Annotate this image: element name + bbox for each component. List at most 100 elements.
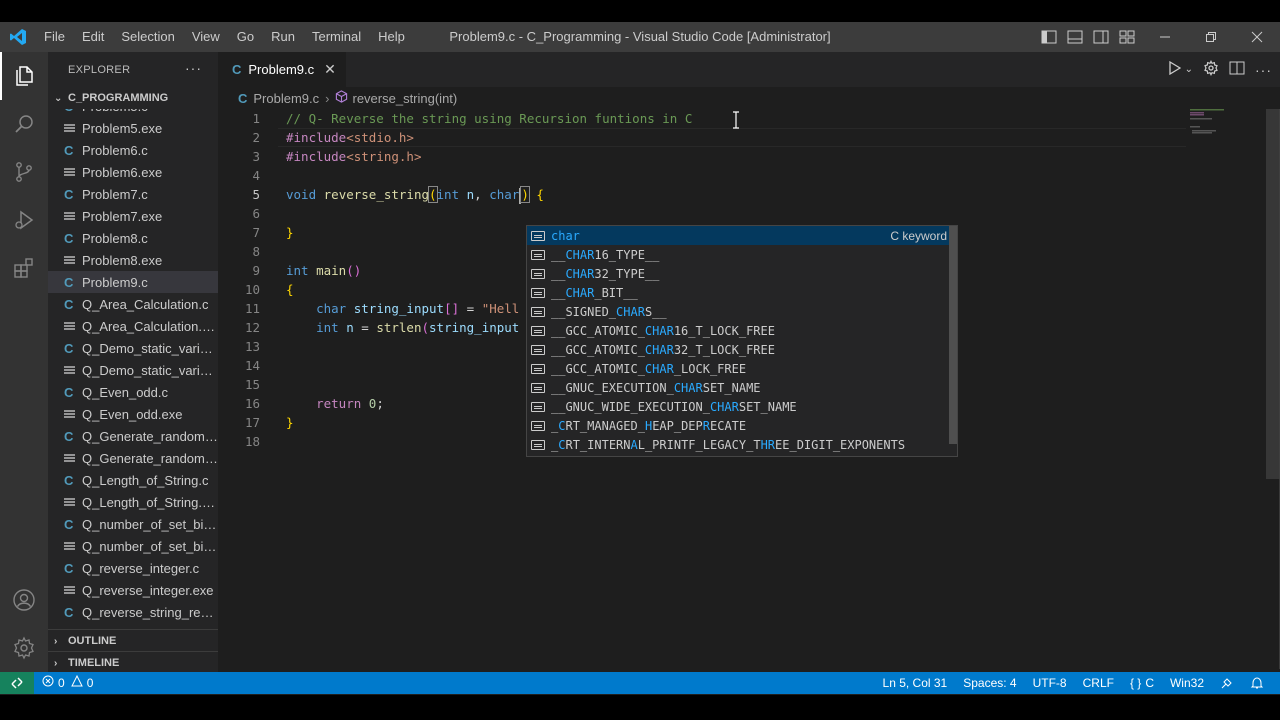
constant-icon xyxy=(531,420,545,431)
line-ending[interactable]: CRLF xyxy=(1075,672,1122,694)
file-item[interactable]: Problem7.exe xyxy=(48,205,218,227)
customize-layout-icon[interactable] xyxy=(1118,28,1136,46)
menu-selection[interactable]: Selection xyxy=(113,22,183,52)
problems-status[interactable]: 0 0 xyxy=(34,672,101,694)
file-item[interactable]: Q_Even_odd.exe xyxy=(48,403,218,425)
platform[interactable]: Win32 xyxy=(1162,672,1212,694)
file-item[interactable]: Q_Area_Calculation.exe xyxy=(48,315,218,337)
file-item[interactable]: Q_reverse_integer.exe xyxy=(48,579,218,601)
suggestion-item[interactable]: __GNUC_EXECUTION_ CHAR SET_NAME xyxy=(527,378,957,397)
menu-go[interactable]: Go xyxy=(229,22,263,52)
file-item[interactable]: C Problem8.c xyxy=(48,227,218,249)
constant-icon xyxy=(531,401,545,412)
explorer-icon[interactable] xyxy=(0,52,48,100)
breadcrumb-symbol[interactable]: reverse_string(int) xyxy=(352,91,457,106)
breadcrumb-file[interactable]: Problem9.c xyxy=(253,91,319,106)
search-icon[interactable] xyxy=(0,100,48,148)
suggestion-item[interactable]: __GCC_ATOMIC_ CHAR 32_T_LOCK_FREE xyxy=(527,340,957,359)
run-debug-icon[interactable] xyxy=(0,196,48,244)
file-item[interactable]: C Q_Area_Calculation.c xyxy=(48,293,218,315)
close-tab-icon[interactable]: ✕ xyxy=(324,61,336,78)
constant-icon xyxy=(531,287,545,298)
tab-problem9[interactable]: C Problem9.c ✕ xyxy=(218,52,346,87)
folder-header[interactable]: ⌄ C_PROGRAMMING xyxy=(48,87,218,109)
menu-view[interactable]: View xyxy=(184,22,229,52)
file-name: Problem9.c xyxy=(82,274,148,290)
suggestion-item[interactable]: __ CHAR 16_TYPE__ xyxy=(527,245,957,264)
more-actions-icon[interactable]: ··· xyxy=(1255,62,1272,78)
file-name: Problem6.exe xyxy=(82,164,163,180)
file-item[interactable]: C Q_reverse_integer.c xyxy=(48,557,218,579)
toggle-primary-sidebar-icon[interactable] xyxy=(1040,28,1058,46)
suggestion-item[interactable]: __GNUC_WIDE_EXECUTION_ CHAR SET_NAME xyxy=(527,397,957,416)
timeline-section[interactable]: › TIMELINE xyxy=(48,652,218,674)
outline-section[interactable]: › OUTLINE xyxy=(48,630,218,652)
file-item[interactable]: C Q_Length_of_String.c xyxy=(48,469,218,491)
encoding[interactable]: UTF-8 xyxy=(1025,672,1075,694)
suggestion-item[interactable]: __ CHAR 32_TYPE__ xyxy=(527,264,957,283)
file-item[interactable]: Q_number_of_set_bits... xyxy=(48,535,218,557)
file-item[interactable]: C Problem7.c xyxy=(48,183,218,205)
file-item[interactable]: Problem5.exe xyxy=(48,117,218,139)
c-file-icon: C xyxy=(64,230,74,246)
file-item[interactable]: Q_Demo_static_variab... xyxy=(48,359,218,381)
suggestion-item[interactable]: __ CHAR _BIT__ xyxy=(527,283,957,302)
brace: { xyxy=(286,282,294,297)
debug-settings-gear-icon[interactable] xyxy=(1203,59,1219,79)
file-item[interactable]: Problem8.exe xyxy=(48,249,218,271)
file-item[interactable]: C Q_reverse_string_recu... xyxy=(48,601,218,623)
file-name: Q_Length_of_String.exe xyxy=(82,494,218,510)
close-window-icon[interactable] xyxy=(1234,22,1280,52)
suggestion-item[interactable]: char C keyword xyxy=(527,226,957,245)
indentation[interactable]: Spaces: 4 xyxy=(955,672,1024,694)
remote-indicator-icon[interactable] xyxy=(0,672,34,694)
file-item[interactable]: C Q_Generate_random_... xyxy=(48,425,218,447)
more-actions-icon[interactable]: ··· xyxy=(185,60,202,76)
menu-terminal[interactable]: Terminal xyxy=(304,22,370,52)
file-item[interactable]: C Q_Even_odd.c xyxy=(48,381,218,403)
suggestion-item[interactable]: __GCC_ATOMIC_ CHAR 16_T_LOCK_FREE xyxy=(527,321,957,340)
line-number: 15 xyxy=(244,377,260,392)
c-file-icon: C xyxy=(64,142,74,158)
editor-scrollbar[interactable] xyxy=(1266,109,1280,479)
menu-edit[interactable]: Edit xyxy=(74,22,113,52)
notifications-bell-icon[interactable] xyxy=(1242,676,1272,690)
file-item[interactable]: C Problem6.c xyxy=(48,139,218,161)
suggestion-item[interactable]: _ C RT_MANAGED_ H EAP_DEP R ECATE xyxy=(527,416,957,435)
cursor-position[interactable]: Ln 5, Col 31 xyxy=(875,672,956,694)
manage-gear-icon[interactable] xyxy=(0,624,48,672)
file-item[interactable]: C Problem9.c xyxy=(48,271,218,293)
suggestion-item[interactable]: _ C RT_INTERN A L_PRINTF_LEGACY_T HR EE_DIGIT_… xyxy=(527,435,957,454)
minimap[interactable] xyxy=(1190,109,1230,139)
extensions-icon[interactable] xyxy=(0,244,48,292)
run-dropdown-chevron-icon[interactable]: ⌄ xyxy=(1185,64,1193,75)
accounts-icon[interactable] xyxy=(0,576,48,624)
language-mode[interactable]: { } C xyxy=(1122,672,1162,694)
menu-run[interactable]: Run xyxy=(263,22,304,52)
file-item[interactable]: CProblem5.c xyxy=(48,109,218,117)
file-item[interactable]: C Q_Demo_static_variab... xyxy=(48,337,218,359)
tab-bar: C Problem9.c ✕ ⌄ ··· xyxy=(218,52,1280,87)
source-control-icon[interactable] xyxy=(0,148,48,196)
run-code-icon[interactable] xyxy=(1168,60,1181,78)
split-editor-icon[interactable] xyxy=(1229,61,1245,78)
toggle-panel-icon[interactable] xyxy=(1066,28,1084,46)
line-number: 5 xyxy=(252,187,260,202)
file-item[interactable]: Q_Length_of_String.exe xyxy=(48,491,218,513)
menu-help[interactable]: Help xyxy=(370,22,414,52)
file-item[interactable]: Q_Generate_random_... xyxy=(48,447,218,469)
minimize-icon[interactable] xyxy=(1142,22,1188,52)
layout-controls xyxy=(1040,22,1136,52)
toggle-secondary-sidebar-icon[interactable] xyxy=(1092,28,1110,46)
file-item[interactable]: Problem6.exe xyxy=(48,161,218,183)
restore-icon[interactable] xyxy=(1188,22,1234,52)
file-item[interactable]: C Q_number_of_set_bits.c xyxy=(48,513,218,535)
feedback-icon[interactable] xyxy=(1212,676,1242,690)
menu-file[interactable]: File xyxy=(36,22,74,52)
suggestion-item[interactable]: __SIGNED_ CHAR S__ xyxy=(527,302,957,321)
c-file-icon: C xyxy=(64,560,74,576)
string-literal: "Hell xyxy=(481,301,520,316)
suggest-scrollbar[interactable] xyxy=(949,226,957,444)
suggestion-item[interactable]: __GCC_ATOMIC_ CHAR _LOCK_FREE xyxy=(527,359,957,378)
variable: string_input xyxy=(429,320,520,335)
